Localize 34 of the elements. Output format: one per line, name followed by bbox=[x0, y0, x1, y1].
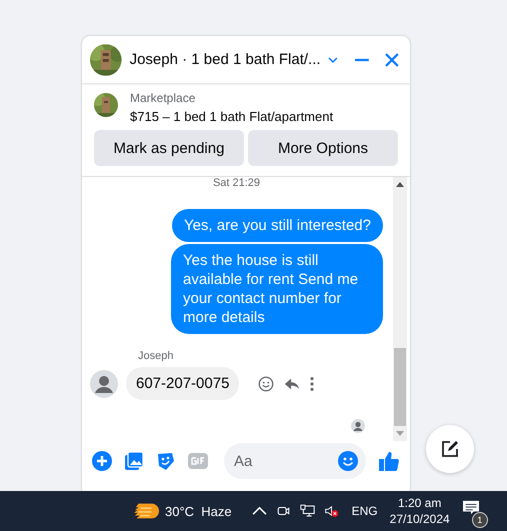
chevron-down-icon[interactable] bbox=[326, 56, 338, 64]
image-icon[interactable] bbox=[124, 451, 144, 471]
compose-button[interactable] bbox=[426, 425, 474, 473]
action-button[interactable]: More Options bbox=[248, 130, 398, 166]
seen-avatar-icon bbox=[351, 419, 365, 433]
scroll-up-icon[interactable] bbox=[396, 182, 404, 187]
network-icon[interactable] bbox=[300, 504, 315, 518]
sender-name: Joseph bbox=[138, 350, 174, 362]
listing-title[interactable]: $715 – 1 bed 1 bath Flat/apartment bbox=[130, 109, 334, 124]
emoji-icon[interactable] bbox=[257, 374, 276, 392]
muted-speaker-icon[interactable] bbox=[324, 504, 339, 518]
incoming-message: 607-207-0075 bbox=[126, 367, 240, 400]
camera-icon[interactable] bbox=[276, 504, 291, 518]
more-icon[interactable] bbox=[309, 374, 316, 392]
message-field[interactable]: Aa bbox=[224, 443, 366, 479]
outgoing-message: Yes, are you still interested? bbox=[172, 209, 383, 242]
outgoing-message: Yes the house is still available for rent Send me your contact number for more details bbox=[171, 244, 383, 334]
emoji-icon[interactable] bbox=[338, 451, 358, 471]
listing-source: Marketplace bbox=[130, 91, 196, 105]
sticker-icon[interactable] bbox=[156, 451, 176, 471]
language-indicator[interactable]: ENG bbox=[352, 504, 378, 518]
notification-count: 1 bbox=[472, 512, 488, 528]
action-button[interactable]: Mark as pending bbox=[94, 130, 244, 166]
avatar-icon bbox=[90, 370, 118, 398]
clock[interactable]: 1:20 am 27/10/2024 bbox=[390, 496, 450, 526]
close-icon[interactable] bbox=[384, 52, 400, 68]
scrollbar[interactable] bbox=[393, 177, 407, 441]
notification-icon[interactable] bbox=[462, 500, 480, 516]
chat-title[interactable]: Joseph · 1 bed 1 bath Flat/... bbox=[130, 51, 321, 68]
edit-icon bbox=[440, 439, 460, 459]
weather-text[interactable]: 30°C Haze bbox=[165, 504, 232, 518]
timestamp: Sat 21:29 bbox=[212, 177, 260, 189]
plus-icon[interactable] bbox=[92, 451, 112, 471]
thumbs-up-icon[interactable] bbox=[378, 450, 400, 472]
